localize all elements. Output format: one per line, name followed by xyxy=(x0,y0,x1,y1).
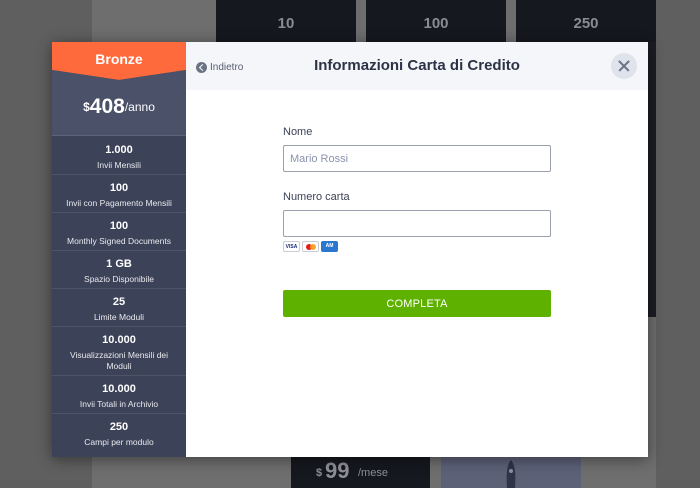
background-plan-card-2: 100 xyxy=(366,0,506,42)
rocket-icon xyxy=(506,460,516,488)
feature-item: 250 Campi per modulo xyxy=(52,414,186,452)
plan-header: Bronze xyxy=(52,42,186,80)
card-number-input[interactable] xyxy=(283,210,551,237)
feature-value: 100 xyxy=(109,220,129,232)
feature-item: 100 Invii con Pagamento Mensili xyxy=(52,175,186,213)
feature-item: 25 Limite Moduli xyxy=(52,289,186,327)
background-right-panel xyxy=(656,0,700,488)
plan-features-list: 1.000 Invii Mensili 100 Invii con Pagame… xyxy=(52,137,186,452)
feature-value: 1 GB xyxy=(106,258,132,270)
card-number-label: Numero carta xyxy=(283,191,350,203)
card-brands: VISA AM xyxy=(283,241,340,252)
price-amount: 408 xyxy=(89,95,125,118)
background-price-card: $ 99 /mese xyxy=(291,457,430,488)
plan-price: $408/anno xyxy=(52,80,186,136)
feature-item: 10.000 Visualizzazioni Mensili dei Modul… xyxy=(52,327,186,376)
amex-icon: AM xyxy=(321,241,338,252)
feature-value: 10.000 xyxy=(102,383,136,395)
plan-name: Bronze xyxy=(95,51,143,67)
price-period: /anno xyxy=(124,100,155,114)
feature-label: Campi per modulo xyxy=(84,437,154,447)
back-label: Indietro xyxy=(210,61,244,73)
feature-value: 250 xyxy=(109,421,129,433)
feature-item: 1 GB Spazio Disponibile xyxy=(52,251,186,289)
complete-button[interactable]: COMPLETA xyxy=(283,290,551,317)
background-price-period: /mese xyxy=(358,467,388,479)
feature-label: Invii con Pagamento Mensili xyxy=(66,198,172,208)
feature-value: 10.000 xyxy=(102,334,136,346)
modal-header: Informazioni Carta di Credito Indietro xyxy=(186,42,648,90)
modal-title: Informazioni Carta di Credito xyxy=(314,57,520,74)
visa-icon: VISA xyxy=(283,241,300,252)
feature-label: Spazio Disponibile xyxy=(84,274,154,284)
feature-item: 100 Monthly Signed Documents xyxy=(52,213,186,251)
feature-item: 1.000 Invii Mensili xyxy=(52,137,186,175)
back-button[interactable]: Indietro xyxy=(196,60,243,74)
feature-label: Monthly Signed Documents xyxy=(67,236,171,246)
feature-value: 1.000 xyxy=(105,144,133,156)
close-button[interactable] xyxy=(611,53,637,79)
plan-summary-sidebar: Bronze $408/anno 1.000 Invii Mensili 100… xyxy=(52,42,186,457)
price-currency: $ xyxy=(83,100,90,114)
background-price-currency: $ xyxy=(316,467,323,479)
payment-modal: Bronze $408/anno 1.000 Invii Mensili 100… xyxy=(52,42,648,457)
background-plan-card-value: 10 xyxy=(277,15,295,32)
background-plan-card-value: 250 xyxy=(573,15,599,32)
background-plan-card-value: 100 xyxy=(423,15,449,32)
mastercard-icon xyxy=(302,241,319,252)
chevron-left-icon xyxy=(196,61,207,73)
background-price-amount: 99 xyxy=(325,458,350,483)
background-plan-card-1: 10 xyxy=(216,0,356,42)
feature-label: Invii Totali in Archivio xyxy=(79,399,159,409)
name-input[interactable] xyxy=(283,145,551,172)
feature-item: 10.000 Invii Totali in Archivio xyxy=(52,376,186,414)
feature-label: Visualizzazioni Mensili dei Moduli xyxy=(69,350,169,371)
feature-label: Invii Mensili xyxy=(97,160,141,170)
feature-value: 25 xyxy=(112,296,126,308)
feature-label: Limite Moduli xyxy=(93,312,145,322)
name-label: Nome xyxy=(283,126,313,138)
background-plan-card-3: 250 xyxy=(516,0,656,42)
feature-value: 100 xyxy=(109,182,129,194)
